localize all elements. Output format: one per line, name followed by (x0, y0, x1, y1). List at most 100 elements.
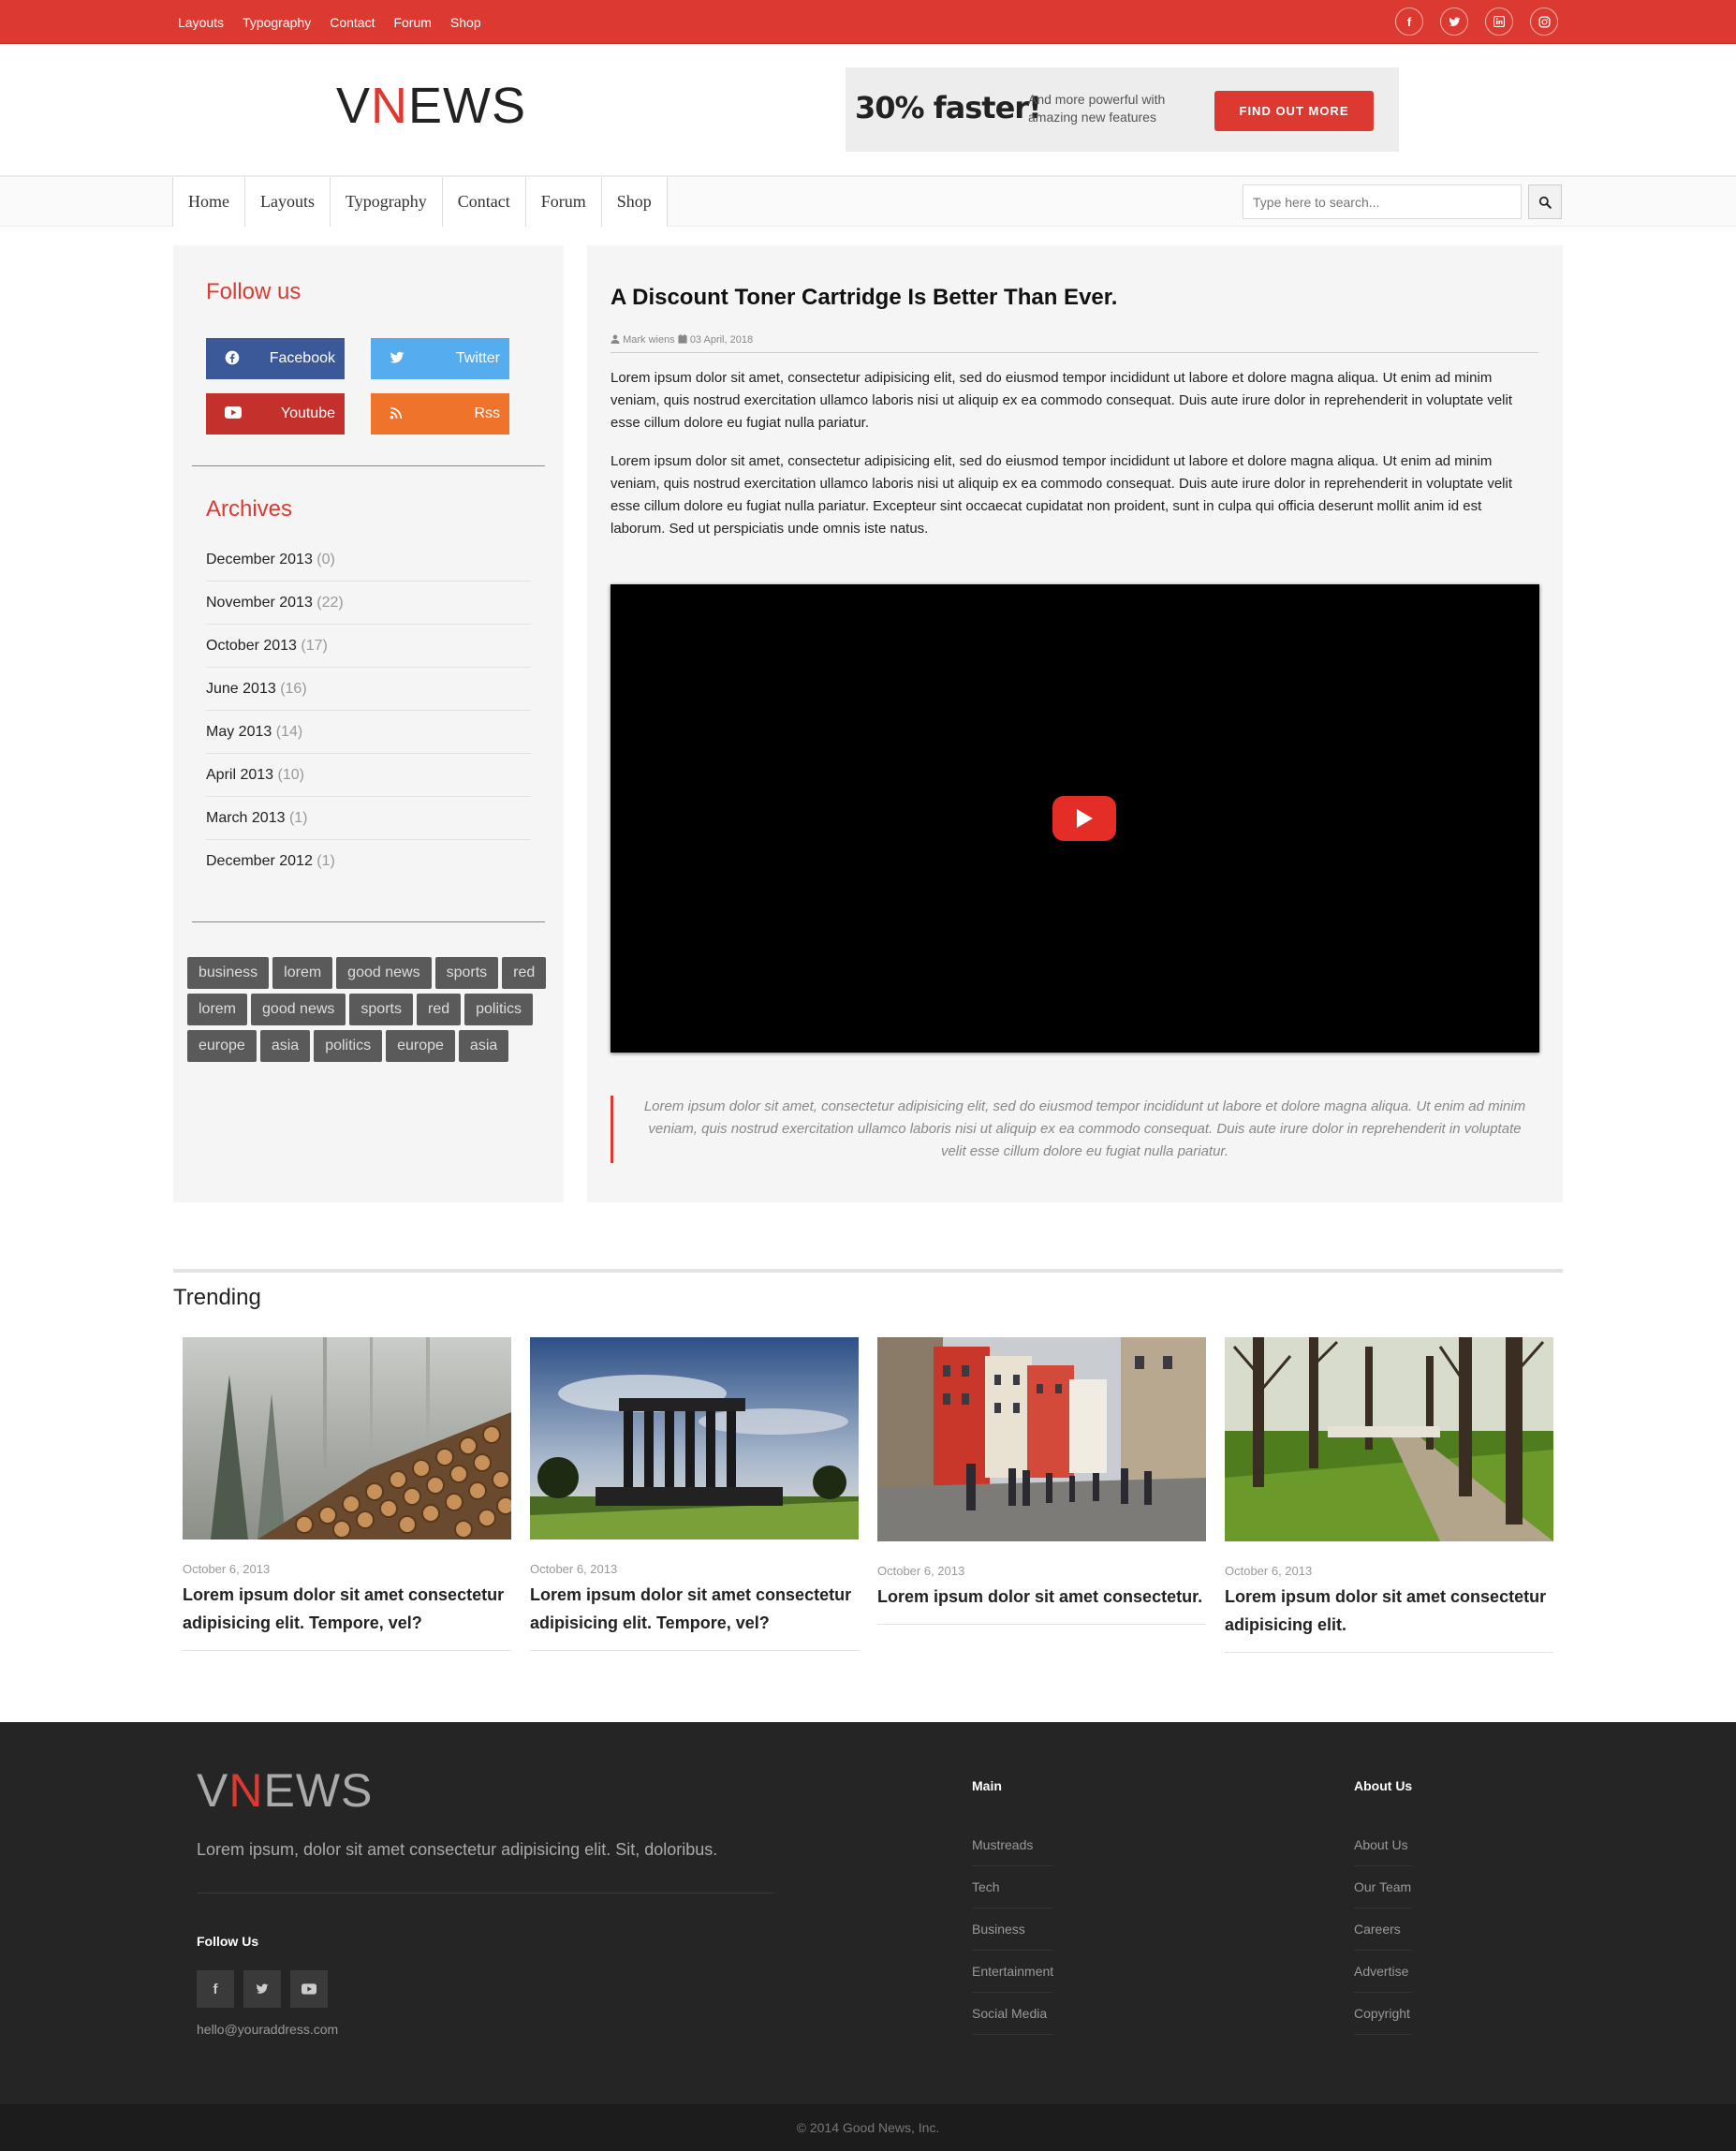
nav-item-home[interactable]: Home (172, 177, 244, 227)
facebook-icon[interactable]: f (197, 1970, 234, 2008)
youtube-label: Youtube (280, 405, 335, 421)
archive-item[interactable]: December 2013 (0) (206, 538, 531, 582)
header-ad-banner[interactable]: 30% faster! And more powerful with amazi… (846, 67, 1399, 152)
footer-link[interactable]: Careers (1354, 1908, 1413, 1951)
play-button[interactable] (1052, 796, 1116, 841)
instagram-icon[interactable] (1530, 7, 1558, 36)
tag[interactable]: good news (336, 957, 432, 989)
archive-month: October 2013 (206, 638, 297, 654)
twitter-icon[interactable] (1440, 7, 1468, 36)
rss-icon (390, 406, 403, 422)
tag[interactable]: politics (314, 1030, 383, 1062)
copyright: © 2014 Good News, Inc. (0, 2104, 1736, 2151)
footer-link[interactable]: Entertainment (972, 1951, 1054, 1993)
social-buttons: Facebook Twitter Youtube Rss (206, 338, 515, 435)
tag[interactable]: lorem (187, 994, 248, 1025)
tag[interactable]: lorem (272, 957, 333, 989)
footer-about-title: About Us (1354, 1778, 1413, 1793)
archive-month: March 2013 (206, 810, 286, 826)
card-title[interactable]: Lorem ipsum dolor sit amet consectetur a… (530, 1581, 859, 1651)
card-image-forest-logs[interactable] (183, 1337, 511, 1540)
top-link-shop[interactable]: Shop (450, 15, 481, 30)
archive-count: (1) (288, 810, 308, 826)
tag[interactable]: politics (464, 994, 534, 1025)
tag[interactable]: europe (386, 1030, 455, 1062)
trending-card[interactable]: October 6, 2013 Lorem ipsum dolor sit am… (1225, 1337, 1553, 1653)
footer-link[interactable]: Business (972, 1908, 1054, 1951)
nav-item-contact[interactable]: Contact (441, 177, 525, 227)
footer-link[interactable]: Advertise (1354, 1951, 1413, 1993)
trending-card[interactable]: October 6, 2013 Lorem ipsum dolor sit am… (877, 1337, 1206, 1625)
facebook-icon (225, 350, 240, 368)
archive-item[interactable]: December 2012 (1) (206, 840, 531, 883)
footer-link[interactable]: Mustreads (972, 1824, 1054, 1866)
logo-letters-rest: EWS (263, 1764, 374, 1817)
card-image-park-path[interactable] (1225, 1337, 1553, 1541)
footer-social: f (197, 1970, 328, 2008)
footer-link[interactable]: Social Media (972, 1993, 1054, 2035)
tag[interactable]: asia (458, 1030, 509, 1062)
youtube-button[interactable]: Youtube (206, 393, 345, 435)
card-title[interactable]: Lorem ipsum dolor sit amet consectetur a… (183, 1581, 511, 1651)
rss-button[interactable]: Rss (371, 393, 509, 435)
search-input[interactable] (1243, 184, 1522, 219)
ad-headline: 30% faster! (855, 90, 1042, 125)
footer-main-column: Main Mustreads Tech Business Entertainme… (972, 1778, 1054, 2035)
facebook-icon[interactable]: f (1395, 7, 1423, 36)
facebook-button[interactable]: Facebook (206, 338, 345, 379)
tag[interactable]: business (187, 957, 270, 989)
tag[interactable]: sports (434, 957, 499, 989)
logo-letter-v: V (197, 1764, 229, 1817)
footer-link[interactable]: Copyright (1354, 1993, 1413, 2035)
nav-menu: Home Layouts Typography Contact Forum Sh… (172, 177, 668, 227)
site-logo[interactable]: VNEWS (336, 77, 526, 135)
archive-item[interactable]: March 2013 (1) (206, 797, 531, 840)
card-title[interactable]: Lorem ipsum dolor sit amet consectetur a… (1225, 1583, 1553, 1653)
nav-item-typography[interactable]: Typography (330, 177, 442, 227)
youtube-icon[interactable] (290, 1970, 328, 2008)
trending-card[interactable]: October 6, 2013 Lorem ipsum dolor sit am… (183, 1337, 511, 1651)
tag[interactable]: sports (349, 994, 413, 1025)
user-icon (611, 334, 620, 344)
facebook-label: Facebook (269, 350, 335, 366)
archive-count: (22) (316, 595, 344, 611)
tag[interactable]: europe (187, 1030, 257, 1062)
archive-item[interactable]: November 2013 (22) (206, 582, 531, 625)
search-button[interactable] (1528, 184, 1562, 219)
archive-item[interactable]: April 2013 (10) (206, 754, 531, 797)
tag[interactable]: good news (251, 994, 346, 1025)
find-out-more-button[interactable]: FIND OUT MORE (1214, 91, 1374, 131)
card-date: October 6, 2013 (183, 1562, 271, 1576)
card-image-monument[interactable] (530, 1337, 859, 1540)
footer-logo[interactable]: VNEWS (197, 1763, 373, 1818)
nav-item-layouts[interactable]: Layouts (244, 177, 330, 227)
video-player[interactable] (611, 584, 1539, 1053)
footer-email[interactable]: hello@youraddress.com (197, 2022, 338, 2037)
footer-link[interactable]: Our Team (1354, 1866, 1413, 1908)
footer-link[interactable]: Tech (972, 1866, 1054, 1908)
trending-card[interactable]: October 6, 2013 Lorem ipsum dolor sit am… (530, 1337, 859, 1651)
linkedin-icon[interactable] (1485, 7, 1513, 36)
top-link-typography[interactable]: Typography (243, 15, 311, 30)
archive-month: December 2013 (206, 552, 313, 567)
archive-item[interactable]: October 2013 (17) (206, 625, 531, 668)
top-link-contact[interactable]: Contact (330, 15, 375, 30)
footer-link[interactable]: About Us (1354, 1824, 1413, 1866)
tag[interactable]: asia (259, 1030, 311, 1062)
top-link-forum[interactable]: Forum (393, 15, 431, 30)
article-meta: Mark wiens 03 April, 2018 (611, 334, 1538, 353)
nav-item-shop[interactable]: Shop (600, 177, 668, 227)
blockquote: Lorem ipsum dolor sit amet, consectetur … (611, 1096, 1539, 1163)
article-author[interactable]: Mark wiens (623, 334, 675, 346)
twitter-icon[interactable] (243, 1970, 281, 2008)
top-link-layouts[interactable]: Layouts (178, 15, 224, 30)
archive-item[interactable]: May 2013 (14) (206, 711, 531, 754)
archive-item[interactable]: June 2013 (16) (206, 668, 531, 711)
card-date: October 6, 2013 (1225, 1564, 1313, 1578)
tag[interactable]: red (416, 994, 462, 1025)
tag[interactable]: red (502, 957, 547, 989)
nav-item-forum[interactable]: Forum (524, 177, 601, 227)
twitter-button[interactable]: Twitter (371, 338, 509, 379)
card-image-city-street[interactable] (877, 1337, 1206, 1541)
card-title[interactable]: Lorem ipsum dolor sit amet consectetur. (877, 1583, 1206, 1625)
